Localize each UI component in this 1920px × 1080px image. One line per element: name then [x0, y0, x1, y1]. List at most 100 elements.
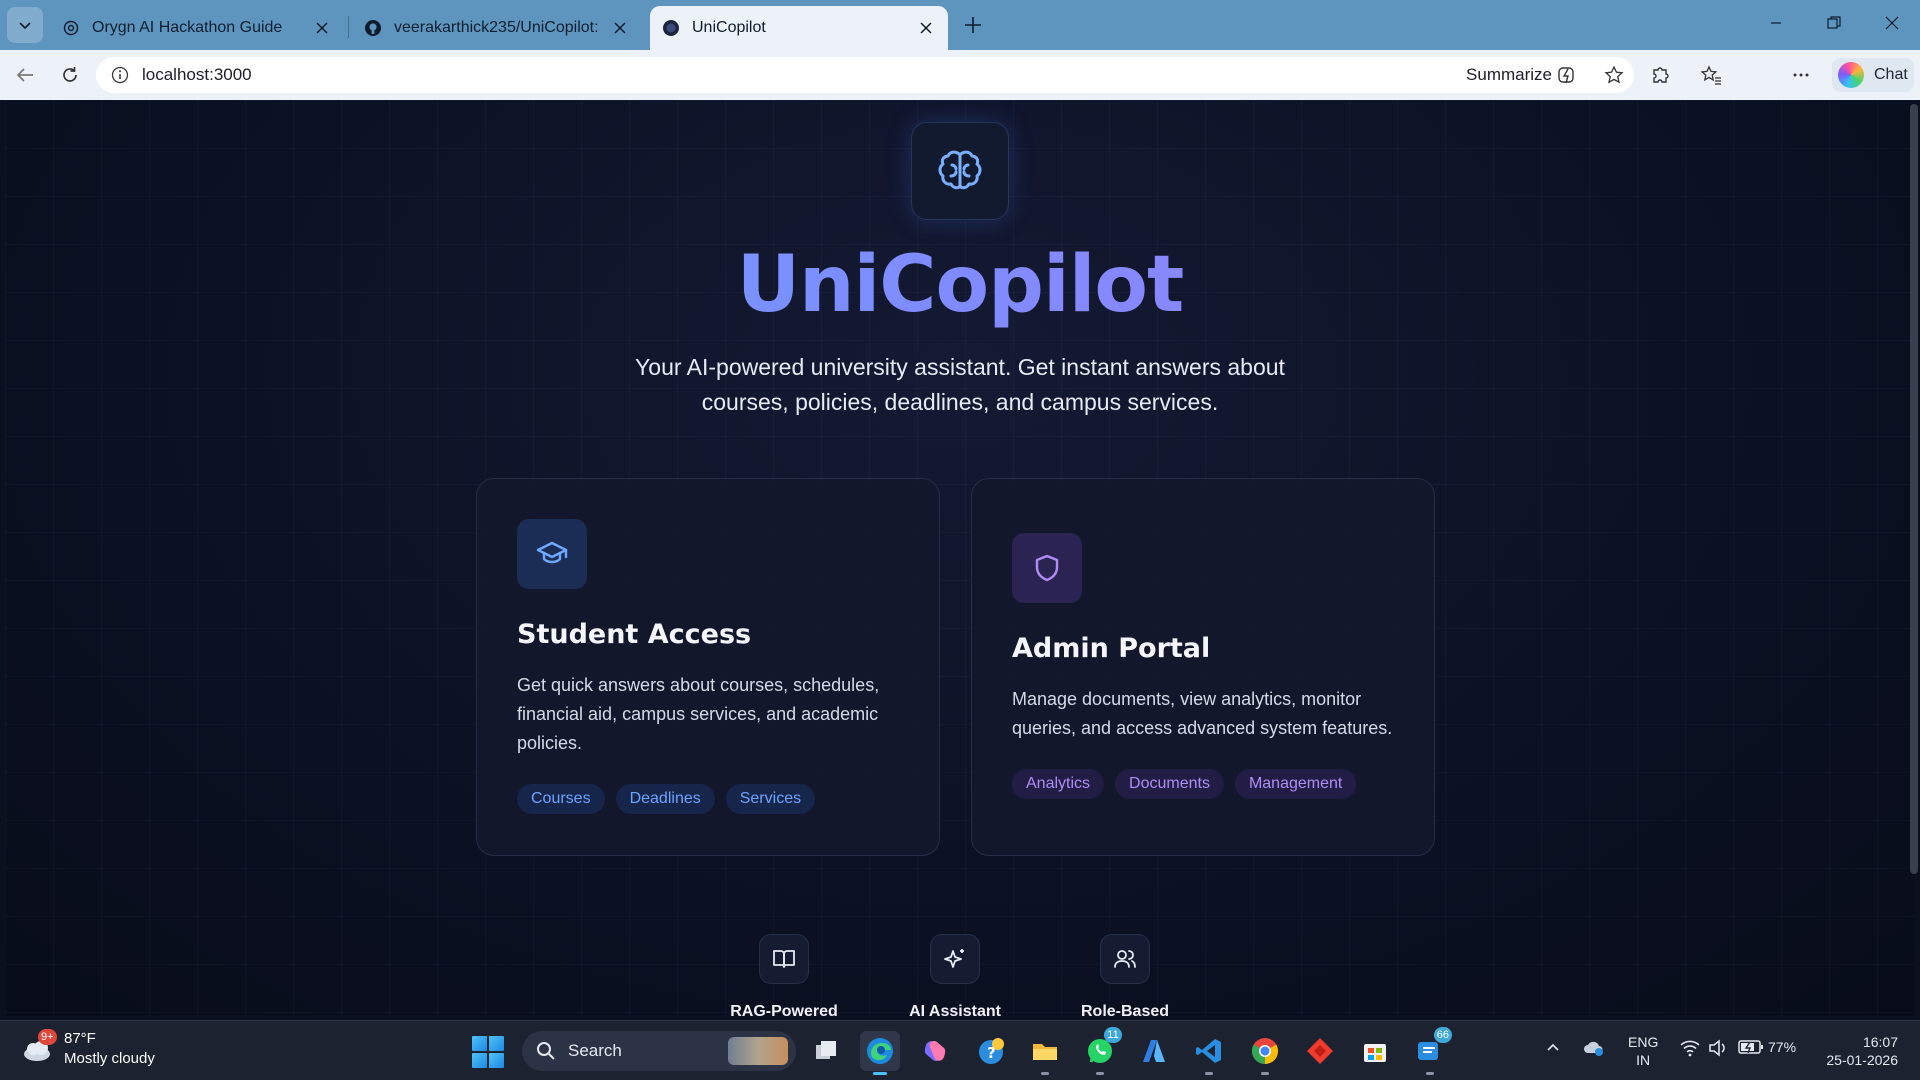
star-icon — [1604, 65, 1624, 84]
reload-button[interactable] — [53, 58, 87, 92]
tab-unicopilot[interactable]: UniCopilot — [650, 6, 948, 50]
feature-ai-assistant: AI Assistant — [885, 934, 1025, 1016]
windows-logo-tile — [489, 1053, 504, 1068]
edge-icon — [867, 1038, 893, 1064]
azure-app[interactable] — [1134, 1031, 1174, 1071]
whatsapp-app[interactable]: 11 — [1080, 1027, 1122, 1075]
task-view-button[interactable] — [806, 1031, 846, 1071]
search-label: Search — [568, 1041, 622, 1060]
graduation-cap-icon — [517, 519, 587, 589]
github-icon — [364, 19, 382, 37]
copilot-chat-button[interactable]: Chat — [1832, 58, 1914, 92]
tab-orygn-guide[interactable]: Orygn AI Hackathon Guide — [50, 6, 344, 50]
users-icon — [1100, 934, 1150, 984]
start-button[interactable] — [472, 1036, 504, 1068]
admin-portal-card[interactable]: Admin Portal Manage documents, view anal… — [971, 478, 1435, 856]
summarize-label: Summarize — [1466, 65, 1552, 84]
feature-role-based: Role-Based — [1055, 934, 1195, 1016]
tag-services: Services — [725, 784, 816, 814]
tips-app[interactable]: ? — [971, 1031, 1011, 1071]
windows-logo-tile — [489, 1036, 504, 1051]
close-icon[interactable] — [916, 18, 936, 38]
edge-app[interactable] — [860, 1031, 900, 1075]
cloud-icon: 9+ — [20, 1029, 57, 1066]
tab-title: UniCopilot — [692, 19, 766, 36]
address-bar[interactable]: localhost:3000 Summarize — [96, 57, 1634, 93]
card-description: Manage documents, view analytics, monito… — [1012, 685, 1397, 743]
chevron-down-icon — [19, 22, 31, 30]
teams-app[interactable]: 66 — [1410, 1027, 1452, 1075]
close-icon[interactable] — [610, 18, 630, 38]
browser-toolbar: localhost:3000 Summarize — [0, 50, 1920, 141]
extensions-button[interactable] — [1645, 59, 1677, 91]
card-description-line: Manage documents, view analytics, monito… — [1012, 689, 1362, 709]
minimize-icon — [1771, 22, 1781, 24]
weather-description: Mostly cloudy — [64, 1050, 155, 1067]
diamond-icon — [1307, 1038, 1333, 1064]
page-title: UniCopilot — [5, 240, 1915, 330]
weather-badge: 9+ — [38, 1029, 57, 1045]
sparkles-icon — [930, 934, 980, 984]
tab-title: veerakarthick235/UniCopilot: A se — [394, 19, 602, 36]
brain-icon — [938, 150, 982, 190]
puzzle-icon — [1653, 67, 1669, 83]
system-clock[interactable]: 16:07 25-01-2026 — [1816, 1033, 1898, 1069]
summarize-icon — [1558, 67, 1574, 84]
card-description-line: financial aid, campus services, and acad… — [517, 704, 879, 724]
chrome-icon — [1251, 1038, 1279, 1065]
file-explorer-app[interactable] — [1025, 1031, 1065, 1075]
feature-label: RAG-Powered — [730, 1003, 838, 1016]
favorites-button[interactable] — [1695, 59, 1727, 91]
favorites-icon — [1700, 65, 1721, 85]
wifi-icon — [1680, 1040, 1700, 1057]
close-icon[interactable] — [312, 18, 332, 38]
search-highlight-image — [728, 1037, 788, 1065]
weather-widget[interactable]: 9+ 87°F Mostly cloudy — [20, 1029, 155, 1069]
browser-tabstrip: Orygn AI Hackathon Guide veerakarthick23… — [0, 0, 1920, 50]
address-url: localhost:3000 — [142, 65, 252, 84]
subtitle-line: courses, policies, deadlines, and campus… — [701, 389, 1219, 415]
help-icon: ? — [979, 1038, 1004, 1064]
chrome-app[interactable] — [1245, 1031, 1285, 1075]
card-tags: Courses Deadlines Services — [517, 784, 816, 814]
anydesk-app[interactable] — [1300, 1031, 1340, 1071]
app-notification-badge: 66 — [1433, 1027, 1452, 1043]
copilot-app[interactable] — [915, 1031, 955, 1071]
site-info-icon[interactable] — [102, 66, 138, 84]
search-icon — [537, 1042, 555, 1060]
onedrive-tray-icon[interactable] — [1583, 1039, 1605, 1057]
new-tab-button[interactable] — [958, 10, 988, 40]
show-hidden-icons-button[interactable] — [1545, 1039, 1561, 1055]
back-button[interactable] — [8, 58, 42, 92]
windows-taskbar: 9+ 87°F Mostly cloudy Search ? 11 66 ENG… — [0, 1020, 1920, 1080]
windows-logo-tile — [472, 1053, 487, 1068]
tab-github-unicopilot[interactable]: veerakarthick235/UniCopilot: A se — [352, 6, 642, 50]
input-language-indicator[interactable]: ENG IN — [1628, 1033, 1658, 1069]
page-viewport: UniCopilot Your AI-powered university as… — [5, 100, 1915, 1016]
summarize-button[interactable]: Summarize — [1466, 57, 1578, 93]
restore-button[interactable] — [1806, 0, 1862, 46]
page-scrollbar[interactable] — [1910, 104, 1918, 874]
close-window-button[interactable] — [1864, 0, 1920, 46]
favorite-star-button[interactable] — [1602, 63, 1626, 87]
battery-tray[interactable]: 77% — [1738, 1039, 1796, 1055]
network-tray[interactable] — [1680, 1039, 1700, 1057]
restore-icon — [1827, 16, 1841, 29]
minimize-button[interactable] — [1748, 0, 1804, 46]
feature-label: Role-Based — [1080, 1003, 1170, 1016]
tab-actions-menu-button[interactable] — [7, 7, 43, 43]
taskbar-search[interactable]: Search — [522, 1031, 796, 1071]
page-subtitle: Your AI-powered university assistant. Ge… — [590, 350, 1330, 420]
student-access-card[interactable]: Student Access Get quick answers about c… — [476, 478, 940, 856]
card-description: Get quick answers about courses, schedul… — [517, 671, 902, 758]
copilot-icon — [1838, 62, 1864, 88]
cloud-sync-icon — [1584, 1041, 1603, 1056]
more-options-button[interactable] — [1785, 59, 1817, 91]
microsoft-store-app[interactable] — [1355, 1031, 1395, 1071]
battery-percent: 77% — [1768, 1039, 1797, 1055]
shield-icon — [1012, 533, 1082, 603]
plus-icon — [965, 17, 981, 33]
vscode-app[interactable] — [1189, 1031, 1229, 1075]
language-code: ENG — [1628, 1034, 1659, 1050]
volume-tray[interactable] — [1708, 1039, 1728, 1057]
